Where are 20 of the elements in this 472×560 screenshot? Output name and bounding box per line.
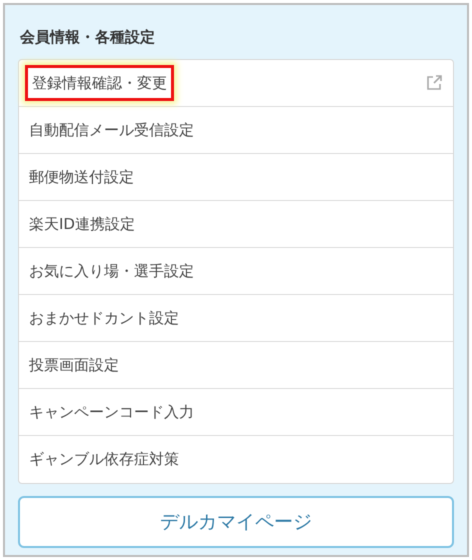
item-label: 楽天ID連携設定 xyxy=(29,214,135,235)
settings-item[interactable]: 投票画面設定 xyxy=(19,342,453,389)
section-title: 会員情報・各種設定 xyxy=(18,27,156,48)
settings-item[interactable]: ギャンブル依存症対策 xyxy=(19,436,453,483)
item-label: ギャンブル依存症対策 xyxy=(29,449,179,470)
item-label: 投票画面設定 xyxy=(29,354,119,376)
item-label: おまかせドカント設定 xyxy=(29,308,179,329)
item-label: 郵便物送付設定 xyxy=(29,166,134,188)
settings-item[interactable]: お気に入り場・選手設定 xyxy=(19,248,453,295)
my-page-button[interactable]: デルカマイページ xyxy=(18,496,454,548)
item-label: キャンペーンコード入力 xyxy=(29,402,194,423)
settings-item[interactable]: 自動配信メール受信設定 xyxy=(19,107,453,154)
settings-item[interactable]: 登録情報確認・変更 xyxy=(19,60,453,107)
item-label: お気に入り場・選手設定 xyxy=(29,260,194,282)
settings-item[interactable]: キャンペーンコード入力 xyxy=(19,389,453,436)
item-label: 自動配信メール受信設定 xyxy=(29,120,194,141)
settings-item[interactable]: 楽天ID連携設定 xyxy=(19,201,453,248)
item-label: 登録情報確認・変更 xyxy=(25,64,174,102)
settings-item[interactable]: おまかせドカント設定 xyxy=(19,295,453,342)
settings-item[interactable]: 郵便物送付設定 xyxy=(19,154,453,201)
